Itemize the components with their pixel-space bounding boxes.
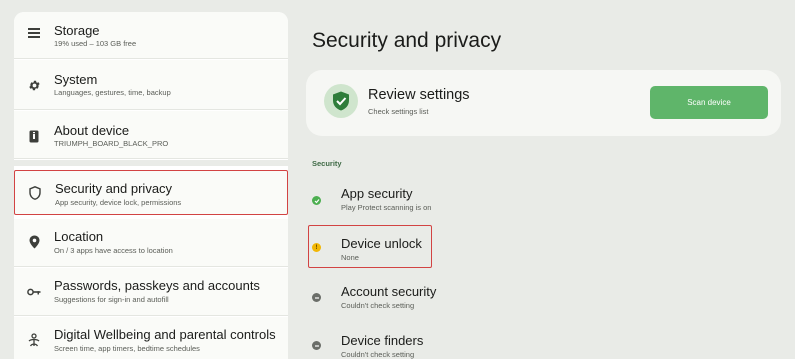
- sidebar-item-digital-wellbeing[interactable]: Digital Wellbeing and parental controls …: [14, 317, 288, 359]
- sidebar-item-location[interactable]: Location On / 3 apps have access to loca…: [14, 219, 288, 267]
- sidebar-item-label: About device: [54, 123, 130, 138]
- sidebar-item-label: Passwords, passkeys and accounts: [54, 278, 260, 293]
- settings-sidebar: Storage 19% used – 103 GB free System La…: [14, 12, 288, 359]
- sidebar-item-label: System: [54, 72, 98, 87]
- device-info-icon: [26, 128, 42, 144]
- sidebar-group-gap: [14, 160, 288, 166]
- sidebar-item-security[interactable]: Security and privacy App security, devic…: [14, 170, 288, 215]
- list-item-title: App security: [341, 186, 413, 201]
- sidebar-item-storage[interactable]: Storage 19% used – 103 GB free: [14, 12, 288, 59]
- list-item-title: Device finders: [341, 333, 424, 348]
- list-item-subtitle: Couldn't check setting: [341, 301, 415, 310]
- unknown-status-icon: [312, 293, 321, 302]
- sidebar-item-label: Security and privacy: [55, 181, 173, 196]
- list-item-title: Account security: [341, 284, 437, 299]
- key-icon: [26, 284, 42, 300]
- check-icon: [312, 196, 321, 205]
- shield-check-icon: [324, 84, 358, 118]
- sidebar-item-system[interactable]: System Languages, gestures, time, backup: [14, 60, 288, 110]
- page-title: Security and privacy: [312, 29, 502, 52]
- review-subtitle: Check settings list: [368, 107, 429, 116]
- sidebar-item-sublabel: Suggestions for sign-in and autofill: [54, 295, 169, 304]
- list-item-account-security[interactable]: Account security Couldn't check setting: [292, 280, 772, 324]
- sidebar-item-sublabel: TRIUMPH_BOARD_BLACK_PRO: [54, 139, 169, 148]
- sidebar-item-sublabel: On / 3 apps have access to location: [54, 246, 173, 255]
- review-settings-card[interactable]: Review settings Check settings list Scan…: [306, 70, 781, 136]
- storage-icon: [26, 25, 42, 41]
- review-title: Review settings: [368, 87, 470, 103]
- sidebar-item-label: Storage: [54, 23, 100, 38]
- highlight-box: [308, 225, 432, 268]
- sidebar-item-label: Digital Wellbeing and parental controls: [54, 327, 276, 342]
- sidebar-item-about-device[interactable]: About device TRIUMPH_BOARD_BLACK_PRO: [14, 111, 288, 159]
- list-item-subtitle: Couldn't check setting: [341, 350, 415, 359]
- settings-app: Storage 19% used – 103 GB free System La…: [0, 0, 795, 359]
- section-header-security: Security: [312, 159, 342, 168]
- shield-icon: [27, 185, 43, 201]
- list-item-app-security[interactable]: App security Play Protect scanning is on: [292, 181, 772, 225]
- sidebar-item-passwords[interactable]: Passwords, passkeys and accounts Suggest…: [14, 268, 288, 316]
- wellbeing-icon: [26, 332, 42, 348]
- scan-device-button[interactable]: Scan device: [650, 86, 768, 119]
- location-pin-icon: [26, 234, 42, 250]
- gear-icon: [26, 77, 42, 93]
- sidebar-item-sublabel: App security, device lock, permissions: [55, 198, 182, 207]
- unknown-status-icon: [312, 341, 321, 350]
- sidebar-item-label: Location: [54, 229, 104, 244]
- list-item-subtitle: Play Protect scanning is on: [341, 203, 432, 212]
- sidebar-item-sublabel: Screen time, app timers, bedtime schedul…: [54, 344, 200, 353]
- sidebar-item-sublabel: 19% used – 103 GB free: [54, 39, 137, 48]
- settings-detail-pane: Security and privacy Review settings Che…: [292, 12, 795, 359]
- list-item-device-finders[interactable]: Device finders Couldn't check setting: [292, 328, 772, 359]
- sidebar-item-sublabel: Languages, gestures, time, backup: [54, 88, 171, 97]
